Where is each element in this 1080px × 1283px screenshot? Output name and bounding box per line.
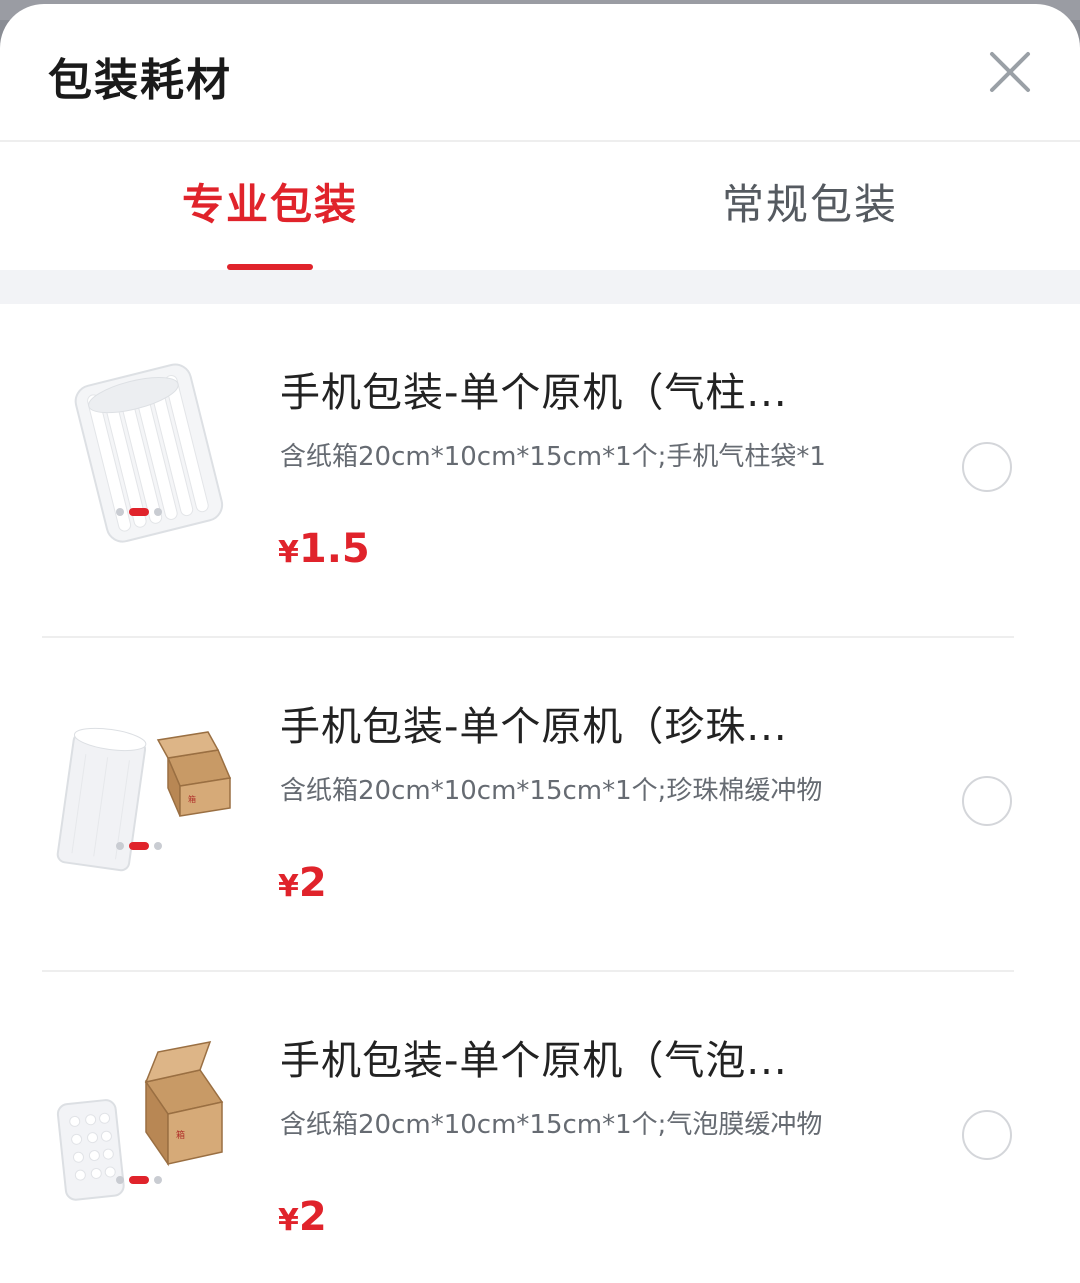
carousel-dot-active xyxy=(129,842,149,850)
list-item[interactable]: 箱 手机包装-单个原机（珍珠... 含纸箱20cm*10cm*15cm*1个;珍… xyxy=(42,638,1014,972)
item-title: 手机包装-单个原机（珍珠... xyxy=(280,704,788,750)
tab-professional-packaging[interactable]: 专业包装 xyxy=(0,142,540,270)
carousel-dot-active xyxy=(129,508,149,516)
sheet-title: 包装耗材 xyxy=(48,55,232,106)
list-item[interactable]: 手机包装-单个原机（气柱... 含纸箱20cm*10cm*15cm*1个;手机气… xyxy=(42,304,1014,638)
sheet-header: 包装耗材 xyxy=(0,4,1080,142)
item-price: ¥2 xyxy=(278,860,327,906)
price-value: 2 xyxy=(298,860,327,906)
select-radio[interactable] xyxy=(962,442,1012,492)
currency-symbol: ¥ xyxy=(278,535,299,570)
item-title: 手机包装-单个原机（气柱... xyxy=(280,370,788,416)
carousel-dot xyxy=(116,842,124,850)
price-value: 1.5 xyxy=(298,526,370,572)
tab-bar: 专业包装 常规包装 xyxy=(0,142,1080,270)
active-tab-indicator xyxy=(227,264,313,270)
svg-text:箱: 箱 xyxy=(188,794,196,804)
select-radio[interactable] xyxy=(962,776,1012,826)
currency-symbol: ¥ xyxy=(278,869,299,904)
air-column-bag-image xyxy=(74,363,224,543)
close-icon xyxy=(990,52,1030,92)
image-carousel-dots xyxy=(116,1175,162,1185)
currency-symbol: ¥ xyxy=(278,1203,299,1238)
price-value: 2 xyxy=(298,1194,327,1240)
bubble-wrap-and-box-image: 箱 xyxy=(56,1041,224,1201)
image-carousel-dots xyxy=(116,841,162,851)
item-description: 含纸箱20cm*10cm*15cm*1个;气泡膜缓冲物 xyxy=(280,1110,823,1140)
packaging-list: 手机包装-单个原机（气柱... 含纸箱20cm*10cm*15cm*1个;手机气… xyxy=(0,304,1080,1283)
carousel-dot xyxy=(154,508,162,516)
item-title: 手机包装-单个原机（气泡... xyxy=(280,1038,788,1084)
carousel-dot xyxy=(116,508,124,516)
carousel-dot xyxy=(154,1176,162,1184)
carousel-dot-active xyxy=(129,1176,149,1184)
item-description: 含纸箱20cm*10cm*15cm*1个;珍珠棉缓冲物 xyxy=(280,776,823,806)
section-gap xyxy=(0,270,1080,304)
item-description: 含纸箱20cm*10cm*15cm*1个;手机气柱袋*1 xyxy=(280,442,826,472)
select-radio[interactable] xyxy=(962,1110,1012,1160)
svg-text:箱: 箱 xyxy=(176,1129,185,1141)
tab-regular-packaging[interactable]: 常规包装 xyxy=(540,142,1080,270)
carousel-dot xyxy=(116,1176,124,1184)
item-price: ¥1.5 xyxy=(278,526,370,572)
packaging-sheet: 包装耗材 专业包装 常规包装 手机包装-单个原机（气柱... 含纸箱20cm*1… xyxy=(0,4,1080,1283)
image-carousel-dots xyxy=(116,507,162,517)
list-item[interactable]: 箱 手机包装-单个原机（气泡... 含纸箱20cm*10cm*15cm*1个;气… xyxy=(42,972,1014,1283)
tab-label: 专业包装 xyxy=(181,180,358,229)
tab-label: 常规包装 xyxy=(721,180,898,229)
close-button[interactable] xyxy=(988,50,1032,94)
pearl-foam-and-box-image: 箱 xyxy=(56,727,232,872)
item-price: ¥2 xyxy=(278,1194,327,1240)
carousel-dot xyxy=(154,842,162,850)
